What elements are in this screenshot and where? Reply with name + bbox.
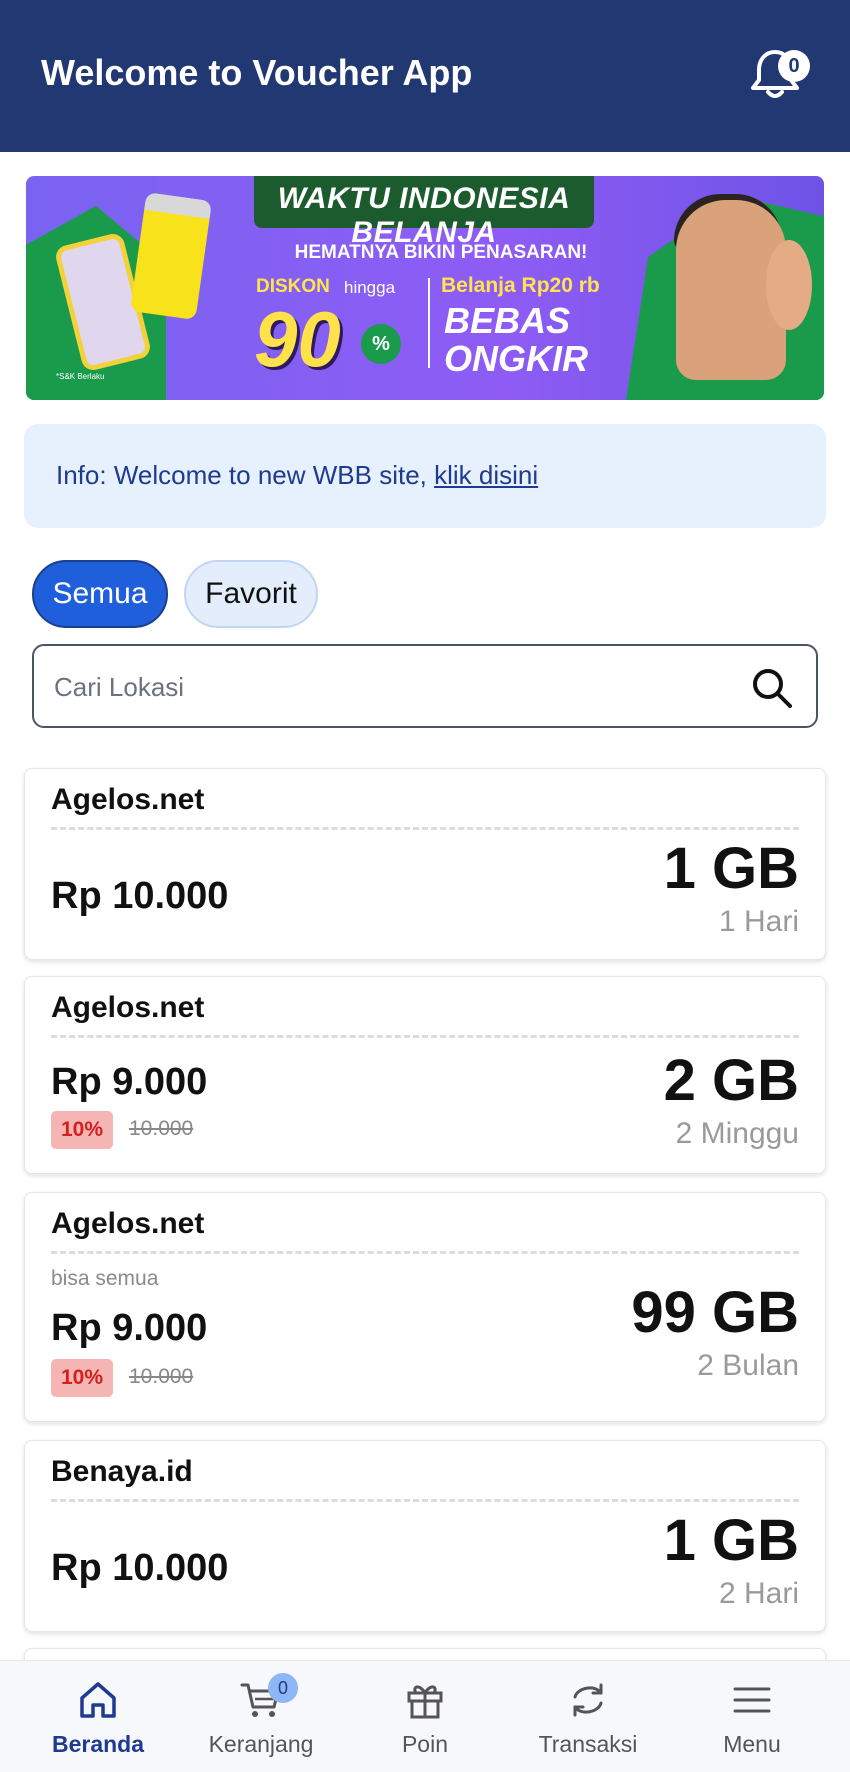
card-divider: [51, 827, 799, 830]
banner-headline: WAKTU INDONESIA BELANJA: [277, 182, 571, 249]
voucher-period: 2 Bulan: [697, 1349, 799, 1382]
voucher-card[interactable]: Agelos.net Rp 10.000 1 GB 1 Hari: [24, 768, 826, 960]
search-bar: [32, 644, 818, 728]
card-divider: [51, 1251, 799, 1254]
search-input[interactable]: [54, 666, 714, 708]
filter-all-button[interactable]: Semua: [32, 560, 168, 628]
nav-label: Beranda: [51, 1731, 145, 1757]
voucher-card[interactable]: Benaya.id Rp 10.000 1 GB 2 Hari: [24, 1440, 826, 1632]
cart-badge: 0: [268, 1673, 298, 1703]
info-notice: Info: Welcome to new WBB site, klik disi…: [24, 424, 826, 528]
original-price: 10.000: [129, 1117, 194, 1140]
card-divider: [51, 1035, 799, 1038]
banner-fine-print: *S&K Berlaku: [56, 372, 105, 381]
notification-badge: 0: [778, 50, 810, 82]
banner-hingga-label: hingga: [344, 278, 396, 297]
home-icon: [80, 1682, 116, 1718]
nav-item-transaksi[interactable]: Transaksi: [503, 1661, 673, 1772]
voucher-quota: 99 GB: [631, 1280, 799, 1345]
discount-badge: 10%: [51, 1111, 114, 1149]
banner-percent-sign: %: [361, 324, 401, 364]
nav-label: Menu: [723, 1731, 781, 1757]
info-text: Info: Welcome to new WBB site, klik disi…: [56, 460, 538, 491]
nav-item-poin[interactable]: Poin: [340, 1661, 510, 1772]
voucher-provider: Benaya.id: [51, 1455, 193, 1488]
voucher-description: bisa semua: [51, 1267, 159, 1290]
voucher-quota: 1 GB: [663, 1508, 799, 1573]
voucher-period: 2 Hari: [718, 1577, 799, 1610]
nav-item-keranjang[interactable]: 0 Keranjang: [176, 1661, 346, 1772]
info-prefix: Info: Welcome to new WBB site,: [56, 460, 435, 490]
banner-free-shipping: BEBAS ONGKIR: [444, 302, 588, 378]
refresh-icon: [573, 1683, 603, 1717]
tumbler-image: [129, 191, 213, 321]
voucher-card[interactable]: Agelos.net bisa semua Rp 9.000 10% 10.00…: [24, 1192, 826, 1422]
voucher-quota: 2 GB: [663, 1048, 799, 1113]
page-title: Welcome to Voucher App: [41, 52, 473, 93]
nav-item-menu[interactable]: Menu: [667, 1661, 837, 1772]
filter-favorite-button[interactable]: Favorit: [184, 560, 318, 628]
voucher-provider: Agelos.net: [51, 1207, 205, 1240]
discount-badge: 10%: [51, 1359, 114, 1397]
card-divider: [51, 1499, 799, 1502]
voucher-quota: 1 GB: [663, 836, 799, 901]
gift-icon: [407, 1685, 443, 1719]
bottom-navigation: Beranda 0 Keranjang Poin Transaksi Menu: [0, 1660, 850, 1772]
info-link[interactable]: klik disini: [434, 460, 538, 490]
voucher-provider: Agelos.net: [51, 783, 205, 816]
voucher-card[interactable]: Agelos.net Rp 9.000 10% 10.000 2 GB 2 Mi…: [24, 976, 826, 1174]
nav-label: Transaksi: [538, 1731, 638, 1757]
banner-divider: [428, 278, 430, 368]
menu-icon: [733, 1687, 771, 1713]
nav-item-beranda[interactable]: Beranda: [13, 1661, 183, 1772]
search-icon[interactable]: [748, 664, 796, 712]
banner-free-shipping-line1: BEBAS: [444, 300, 571, 341]
promo-banner[interactable]: WAKTU INDONESIA BELANJA HEMATNYA BIKIN P…: [26, 176, 824, 400]
banner-discount-value: 90: [254, 295, 341, 383]
nav-label: Poin: [401, 1731, 449, 1757]
voucher-price: Rp 9.000: [51, 1307, 208, 1349]
voucher-provider: Agelos.net: [51, 991, 205, 1024]
banner-subheadline: HEMATNYA BIKIN PENASARAN!: [294, 242, 588, 263]
voucher-price: Rp 9.000: [51, 1061, 208, 1103]
voucher-period: 1 Hari: [718, 905, 799, 938]
voucher-price: Rp 10.000: [51, 1547, 229, 1589]
person-ear: [766, 240, 812, 330]
nav-label: Keranjang: [208, 1731, 314, 1757]
banner-belanja-label: Belanja Rp20 rb: [441, 274, 600, 297]
banner-free-shipping-line2: ONGKIR: [444, 338, 588, 379]
voucher-price: Rp 10.000: [51, 875, 229, 917]
app-header: Welcome to Voucher App 0: [0, 0, 850, 152]
voucher-period: 2 Minggu: [675, 1117, 799, 1150]
original-price: 10.000: [129, 1365, 194, 1388]
